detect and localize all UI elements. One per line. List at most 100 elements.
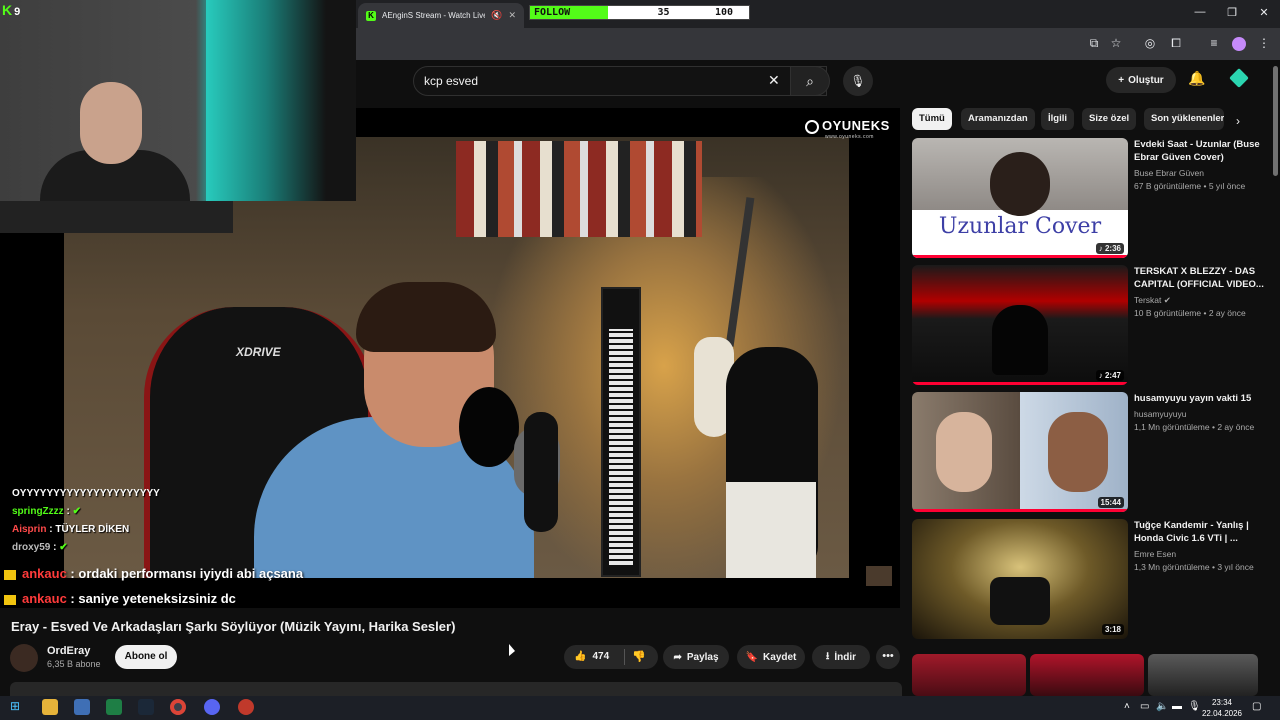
video-thumbnail[interactable]: 15:44 — [912, 392, 1128, 512]
steam-icon[interactable] — [138, 699, 154, 715]
video-title: Eray - Esved Ve Arkadaşları Şarkı Söylüy… — [11, 619, 456, 634]
discord-icon[interactable] — [204, 699, 220, 715]
like-count: 474 — [592, 651, 610, 662]
battery-icon[interactable]: ▬ — [1172, 701, 1182, 712]
oyuneks-logo: OYUNEKS www.oyuneks.com — [805, 118, 890, 140]
extension-icon[interactable]: ◎ — [1142, 36, 1158, 50]
webcam-overlay: K9 — [0, 0, 356, 201]
browser-tab[interactable]: K AEnginS Stream - Watch Live 🔇 ✕ — [358, 3, 524, 28]
search-input[interactable]: kcp esved — [413, 66, 827, 96]
chip-related[interactable]: İlgili — [1041, 108, 1074, 130]
bookmark-star-icon[interactable]: ☆ — [1108, 36, 1124, 50]
recommended-title[interactable]: Evdeki Saat - Uzunlar (Buse Ebrar Güven … — [1134, 138, 1268, 164]
chat-message: OYYYYYYYYYYYYYYYYYYYYY — [12, 488, 160, 499]
screen: K AEnginS Stream - Watch Live 🔇 ✕ FOLLOW… — [0, 0, 1280, 720]
like-button[interactable]: 👍 474 — [574, 645, 609, 669]
chat-line: springZzzz : ✔ — [12, 506, 81, 517]
wall-poster — [456, 141, 702, 237]
tray-chevron-icon[interactable]: ˄ — [1124, 701, 1130, 712]
age: 2 ay önce — [1217, 422, 1255, 432]
recommended-channel[interactable]: Emre Esen — [1134, 549, 1176, 559]
chat-line: Aisprin : TÜYLER DİKEN — [12, 524, 130, 535]
create-button[interactable]: + Oluştur — [1106, 67, 1176, 93]
minimize-icon[interactable]: — — [1192, 6, 1208, 18]
subscribe-button[interactable]: Abone ol — [115, 645, 177, 669]
highlight-chat-line: ankauc : saniye yeteneksizsiniz dc — [4, 591, 236, 606]
recommended-channel[interactable]: Terskat ✔ — [1134, 295, 1171, 306]
mic-icon: 🎙 — [850, 74, 866, 88]
tab-close-icon[interactable]: ✕ — [508, 10, 516, 21]
video-thumbnail[interactable]: ♪ 2:47 — [912, 265, 1128, 385]
recommended-video[interactable]: 15:44 husamyuyu yayın vakti 15 husamyuyu… — [912, 392, 1270, 512]
clear-search-icon[interactable]: ✕ — [768, 72, 780, 89]
duration-badge: 15:44 — [1097, 497, 1124, 508]
obs-icon[interactable] — [238, 699, 254, 715]
start-windows-icon[interactable]: ⊞ — [10, 699, 26, 715]
recommended-meta: 1,1 Mn görüntüleme • 2 ay önce — [1134, 422, 1255, 432]
recommended-title[interactable]: TERSKAT X BLEZZY - DAS CAPITAL (OFFICIAL… — [1134, 265, 1268, 291]
calculator-icon[interactable] — [74, 699, 90, 715]
bookmark-icon: 🔖 — [745, 651, 759, 663]
voice-search-button[interactable]: 🎙 — [843, 66, 873, 96]
verified-icon: ✔ — [1163, 295, 1171, 305]
duration: 2:36 — [1104, 244, 1121, 253]
video-thumbnail[interactable]: Uzunlar Cover ♪ 2:36 — [912, 138, 1128, 258]
excel-icon[interactable] — [106, 699, 122, 715]
recommended-video[interactable]: Uzunlar Cover ♪ 2:36 Evdeki Saat - Uzunl… — [912, 138, 1270, 258]
shorts-thumbnail[interactable] — [1148, 654, 1258, 696]
stream-chat: OYYYYYYYYYYYYYYYYYYYYY springZzzz : ✔ Ai… — [12, 485, 160, 557]
views: 1,1 Mn görüntüleme — [1134, 422, 1210, 432]
cast-icon[interactable]: ⧉ — [1086, 36, 1102, 51]
page-scrollbar[interactable] — [1273, 66, 1278, 176]
chrome-icon[interactable] — [170, 699, 186, 715]
mute-icon[interactable]: 🔇 — [491, 10, 502, 21]
chip-for-you[interactable]: Size özel — [1082, 108, 1137, 130]
video-thumbnail[interactable]: 3:18 — [912, 519, 1128, 639]
channel-avatar[interactable] — [10, 644, 38, 672]
volume-icon[interactable]: 🔈 — [1156, 701, 1168, 712]
puzzle-icon[interactable]: ⧠ — [1168, 36, 1184, 51]
recommended-channel[interactable]: husamyuyuyu — [1134, 409, 1186, 419]
download-button[interactable]: ⭳ İndir — [812, 645, 870, 669]
chip-all[interactable]: Tümü — [912, 108, 952, 130]
chip-recent[interactable]: Son yüklenenler — [1144, 108, 1224, 130]
share-button[interactable]: ➦ Paylaş — [663, 645, 729, 669]
mic-tray-icon[interactable]: 🎙 — [1188, 701, 1201, 712]
restore-icon[interactable]: ❐ — [1224, 6, 1240, 19]
shorts-thumbnail[interactable] — [1030, 654, 1144, 696]
highlight-chat-line: ankauc : ordaki performansı iyiydi abi a… — [4, 566, 303, 581]
views: 67 B görüntüleme — [1134, 181, 1202, 191]
recommended-video[interactable]: 3:18 Tuğçe Kandemir - Yanlış | Honda Civ… — [912, 519, 1270, 639]
brand-url: www.oyuneks.com — [825, 133, 874, 140]
window-close-icon[interactable]: ✕ — [1256, 6, 1272, 19]
kick-tab-icon: K — [366, 10, 376, 21]
more-actions-button[interactable]: ••• — [876, 645, 900, 669]
profile-avatar[interactable] — [1232, 37, 1246, 51]
recommended-title[interactable]: Tuğçe Kandemir - Yanlış | Honda Civic 1.… — [1134, 519, 1268, 545]
save-button[interactable]: 🔖 Kaydet — [737, 645, 805, 669]
search-button[interactable]: ⌕ — [790, 66, 830, 96]
browser-menu-icon[interactable]: ⋮ — [1256, 36, 1272, 50]
network-icon[interactable]: ▭ — [1140, 701, 1149, 712]
media-icon[interactable]: ≡ — [1206, 36, 1222, 50]
chevron-right-icon[interactable]: › — [1236, 114, 1240, 128]
recommended-meta: 10 B görüntüleme • 2 ay önce — [1134, 308, 1246, 318]
thumb-person — [990, 152, 1050, 216]
dislike-button[interactable]: 👎 — [632, 645, 646, 669]
kick-count: 9 — [14, 6, 21, 18]
chat-user: Aisprin — [12, 524, 47, 535]
taskbar-clock[interactable]: 23:34 22.04.2026 — [1200, 697, 1244, 719]
watched-progress — [912, 255, 1128, 258]
recommended-channel[interactable]: Buse Ebrar Güven — [1134, 168, 1204, 178]
description-box[interactable] — [10, 682, 902, 696]
recommended-meta: 67 B görüntüleme • 5 yıl önce — [1134, 181, 1246, 191]
file-explorer-icon[interactable] — [42, 699, 58, 715]
recommended-title[interactable]: husamyuyu yayın vakti 15 — [1134, 392, 1268, 405]
chip-from-search[interactable]: Aramanızdan — [961, 108, 1035, 130]
notifications-bell-icon[interactable]: 🔔 — [1188, 70, 1205, 87]
recommended-video[interactable]: ♪ 2:47 TERSKAT X BLEZZY - DAS CAPITAL (O… — [912, 265, 1270, 385]
channel-name[interactable]: OrdEray — [47, 645, 90, 657]
notifications-icon[interactable]: ▢ — [1252, 701, 1261, 712]
clock-date: 22.04.2026 — [1201, 709, 1243, 718]
shorts-thumbnail[interactable] — [912, 654, 1026, 696]
